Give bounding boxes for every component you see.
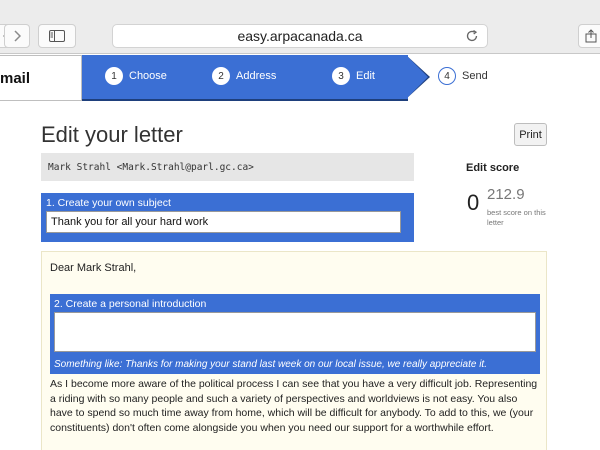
- step-label: Edit: [356, 70, 375, 82]
- reload-icon[interactable]: [465, 29, 479, 43]
- step-label: Address: [236, 70, 277, 82]
- address-url: easy.arpacanada.ca: [237, 28, 363, 44]
- letter-paragraph: As I become more aware of the political …: [50, 378, 538, 434]
- step-number: 3: [332, 67, 350, 85]
- sidebar-toggle-button[interactable]: [38, 24, 76, 48]
- browser-toolbar: easy.arpacanada.ca: [0, 0, 600, 54]
- recipient-line: Mark Strahl <Mark.Strahl@parl.gc.ca>: [41, 153, 414, 181]
- step-label: Choose: [129, 70, 167, 82]
- intro-section: 2. Create a personal introduction Someth…: [50, 294, 540, 374]
- step-address[interactable]: 2 Address: [212, 67, 276, 85]
- edit-score-best-note: best score on this letter: [487, 208, 546, 227]
- forward-button[interactable]: [4, 24, 30, 48]
- print-button[interactable]: Print: [514, 123, 547, 146]
- subject-section: 1. Create your own subject: [41, 193, 414, 242]
- steps-bar-shadow: [82, 99, 408, 101]
- step-number: 4: [438, 67, 456, 85]
- address-bar[interactable]: easy.arpacanada.ca: [112, 24, 488, 48]
- intro-textarea[interactable]: [54, 312, 536, 352]
- page-title: Edit your letter: [41, 122, 183, 147]
- step-edit[interactable]: 3 Edit: [332, 67, 375, 85]
- step-number: 2: [212, 67, 230, 85]
- chevron-right-icon: [14, 30, 21, 42]
- edit-score-title: Edit score: [466, 162, 520, 174]
- letter-greeting: Dear Mark Strahl,: [50, 262, 137, 274]
- edit-score-current: 0: [467, 190, 480, 215]
- subject-input[interactable]: [46, 211, 401, 233]
- intro-hint: Something like: Thanks for making your s…: [54, 359, 487, 370]
- share-button[interactable]: [578, 24, 600, 48]
- share-icon: [585, 29, 597, 43]
- subject-label: 1. Create your own subject: [46, 197, 171, 209]
- steps-bar-arrow: [406, 55, 428, 99]
- letter-body: Dear Mark Strahl, 2. Create a personal i…: [41, 251, 547, 450]
- step-send[interactable]: 4 Send: [438, 67, 488, 85]
- step-number: 1: [105, 67, 123, 85]
- edit-score-best: 212.9: [487, 186, 525, 203]
- step-label: Send: [462, 70, 488, 82]
- sidebar-icon: [49, 30, 65, 42]
- step-choose[interactable]: 1 Choose: [105, 67, 167, 85]
- brand-logo[interactable]: mail: [0, 55, 82, 101]
- intro-label: 2. Create a personal introduction: [54, 298, 207, 310]
- brand-label: mail: [0, 69, 31, 87]
